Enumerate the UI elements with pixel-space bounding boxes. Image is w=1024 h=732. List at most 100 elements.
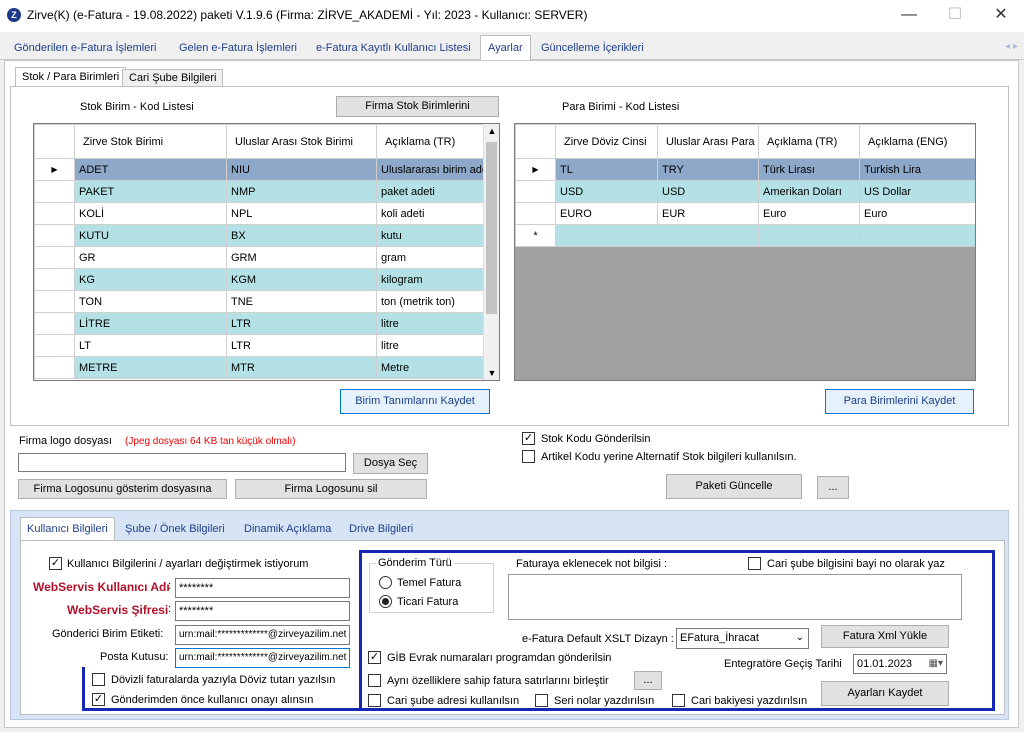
calendar-icon[interactable]: ▦▾ (929, 655, 943, 673)
table-cell[interactable]: ADET (74, 158, 227, 181)
tab-branch-info[interactable]: Cari Şube Bilgileri (122, 69, 224, 87)
table-cell[interactable]: paket adeti (376, 180, 485, 203)
table-row[interactable]: GR GRM gram (34, 246, 485, 269)
table-row[interactable]: KOLİ NPL koli adeti (34, 202, 485, 225)
table-cell[interactable]: KUTU (74, 224, 227, 247)
stock-grid-scrollbar[interactable]: ▲ ▼ (483, 124, 499, 380)
note-textarea[interactable] (508, 574, 962, 620)
table-cell[interactable]: LTR (226, 334, 377, 357)
invoice-xml-button[interactable]: Fatura Xml Yükle (821, 625, 949, 648)
table-row[interactable]: KG KGM kilogram (34, 268, 485, 291)
tab-sent-invoices[interactable]: Gönderilen e-Fatura İşlemleri (7, 38, 163, 60)
tab-drive-info[interactable]: Drive Bilgileri (349, 523, 413, 535)
table-cell[interactable]: EURO (555, 202, 658, 225)
table-cell[interactable]: Euro (859, 202, 975, 225)
merge-lines-checkbox[interactable] (368, 674, 381, 687)
table-cell[interactable]: KOLİ (74, 202, 227, 225)
row-header[interactable] (34, 268, 75, 291)
table-cell[interactable]: GRM (226, 246, 377, 269)
table-cell[interactable]: Turkish Lira (859, 158, 975, 181)
tab-update-contents[interactable]: Güncelleme İçerikleri (534, 38, 651, 60)
merge-more-button[interactable]: ... (634, 671, 662, 690)
new-row[interactable]: * (515, 224, 975, 247)
save-settings-button[interactable]: Ayarları Kaydet (821, 681, 949, 706)
branch-address-checkbox[interactable] (368, 694, 381, 707)
scroll-thumb[interactable] (486, 142, 497, 314)
transition-date-picker[interactable]: 01.01.2023 ▦▾ (853, 654, 947, 674)
table-cell[interactable] (555, 224, 658, 247)
table-cell[interactable]: Metre (376, 356, 485, 379)
tab-scroll-arrows-icon[interactable]: ◂ ▸ (1005, 41, 1018, 52)
table-cell[interactable]: koli adeti (376, 202, 485, 225)
table-cell[interactable]: gram (376, 246, 485, 269)
ws-pass-input[interactable]: ******** (175, 601, 350, 621)
col-header[interactable]: Uluslar Arası Stok Birimi (226, 124, 377, 159)
table-row[interactable]: ▶ ADET NIU Uluslararası birim adet (34, 158, 485, 181)
alt-stock-checkbox[interactable] (522, 450, 535, 463)
logo-path-input[interactable] (18, 453, 346, 472)
table-cell[interactable]: litre (376, 312, 485, 335)
xslt-select[interactable]: EFatura_İhracat ⌄ (676, 628, 809, 649)
col-header[interactable]: Zirve Döviz Cinsi (555, 124, 658, 159)
col-header[interactable]: Açıklama (TR) (758, 124, 860, 159)
row-header[interactable] (515, 180, 556, 203)
tab-settings[interactable]: Ayarlar (480, 35, 531, 61)
row-pointer-icon[interactable]: ▶ (515, 158, 556, 181)
table-cell[interactable]: kilogram (376, 268, 485, 291)
more-options-button[interactable]: ... (817, 476, 849, 499)
table-row[interactable]: KUTU BX kutu (34, 224, 485, 247)
table-cell[interactable]: USD (657, 180, 759, 203)
table-cell[interactable]: TON (74, 290, 227, 313)
scroll-up-icon[interactable]: ▲ (484, 126, 499, 136)
row-header[interactable] (34, 356, 75, 379)
table-cell[interactable]: EUR (657, 202, 759, 225)
table-cell[interactable] (859, 224, 975, 247)
table-row[interactable]: METRE MTR Metre (34, 356, 485, 379)
table-cell[interactable] (657, 224, 759, 247)
tab-registered-users[interactable]: e-Fatura Kayıtlı Kullanıcı Listesi (309, 38, 478, 60)
table-cell[interactable]: GR (74, 246, 227, 269)
fx-amount-checkbox[interactable] (92, 673, 105, 686)
tab-user-info[interactable]: Kullanıcı Bilgileri (20, 517, 115, 541)
table-cell[interactable]: NIU (226, 158, 377, 181)
stock-grid[interactable]: Zirve Stok Birimi Uluslar Arası Stok Bir… (33, 123, 500, 381)
table-cell[interactable]: Amerikan Doları (758, 180, 860, 203)
table-cell[interactable]: Uluslararası birim adet (376, 158, 485, 181)
balance-print-checkbox[interactable] (672, 694, 685, 707)
commercial-invoice-radio[interactable] (379, 595, 392, 608)
table-cell[interactable]: MTR (226, 356, 377, 379)
table-row[interactable]: ▶ TL TRY Türk Lirası Turkish Lira (515, 158, 975, 181)
table-cell[interactable]: LTR (226, 312, 377, 335)
table-cell[interactable]: US Dollar (859, 180, 975, 203)
table-cell[interactable]: ton (metrik ton) (376, 290, 485, 313)
table-cell[interactable]: litre (376, 334, 485, 357)
table-cell[interactable]: TNE (226, 290, 377, 313)
table-cell[interactable]: NMP (226, 180, 377, 203)
serial-print-checkbox[interactable] (535, 694, 548, 707)
maximize-button[interactable]: ☐ (932, 0, 978, 32)
choose-file-button[interactable]: Dosya Seç (353, 453, 428, 474)
firm-stock-units-button[interactable]: Firma Stok Birimlerini (336, 96, 499, 117)
table-cell[interactable]: LT (74, 334, 227, 357)
table-cell[interactable]: USD (555, 180, 658, 203)
table-row[interactable]: USD USD Amerikan Doları US Dollar (515, 180, 975, 203)
stock-code-checkbox[interactable]: ✓ (522, 432, 535, 445)
col-header[interactable]: Uluslar Arası Para Birimi (657, 124, 759, 159)
save-units-button[interactable]: Birim Tanımlarını Kaydet (340, 389, 490, 414)
table-cell[interactable]: KG (74, 268, 227, 291)
approval-checkbox[interactable]: ✓ (92, 693, 105, 706)
table-cell[interactable]: KGM (226, 268, 377, 291)
col-header[interactable]: Açıklama (ENG) (859, 124, 975, 159)
sender-input[interactable]: urn:mail:*************@zirveyazilim.net (175, 625, 350, 645)
update-package-button[interactable]: Paketi Güncelle (666, 474, 802, 499)
col-header[interactable]: Açıklama (TR) (376, 124, 485, 159)
minimize-button[interactable]: — (886, 0, 932, 32)
tab-received-invoices[interactable]: Gelen e-Fatura İşlemleri (172, 38, 304, 60)
table-cell[interactable] (758, 224, 860, 247)
col-header[interactable]: Zirve Stok Birimi (74, 124, 227, 159)
table-row[interactable]: LİTRE LTR litre (34, 312, 485, 335)
table-cell[interactable]: TRY (657, 158, 759, 181)
copy-logo-button[interactable]: Firma Logosunu gösterim dosyasına (18, 479, 227, 499)
table-cell[interactable]: NPL (226, 202, 377, 225)
row-header[interactable] (34, 180, 75, 203)
